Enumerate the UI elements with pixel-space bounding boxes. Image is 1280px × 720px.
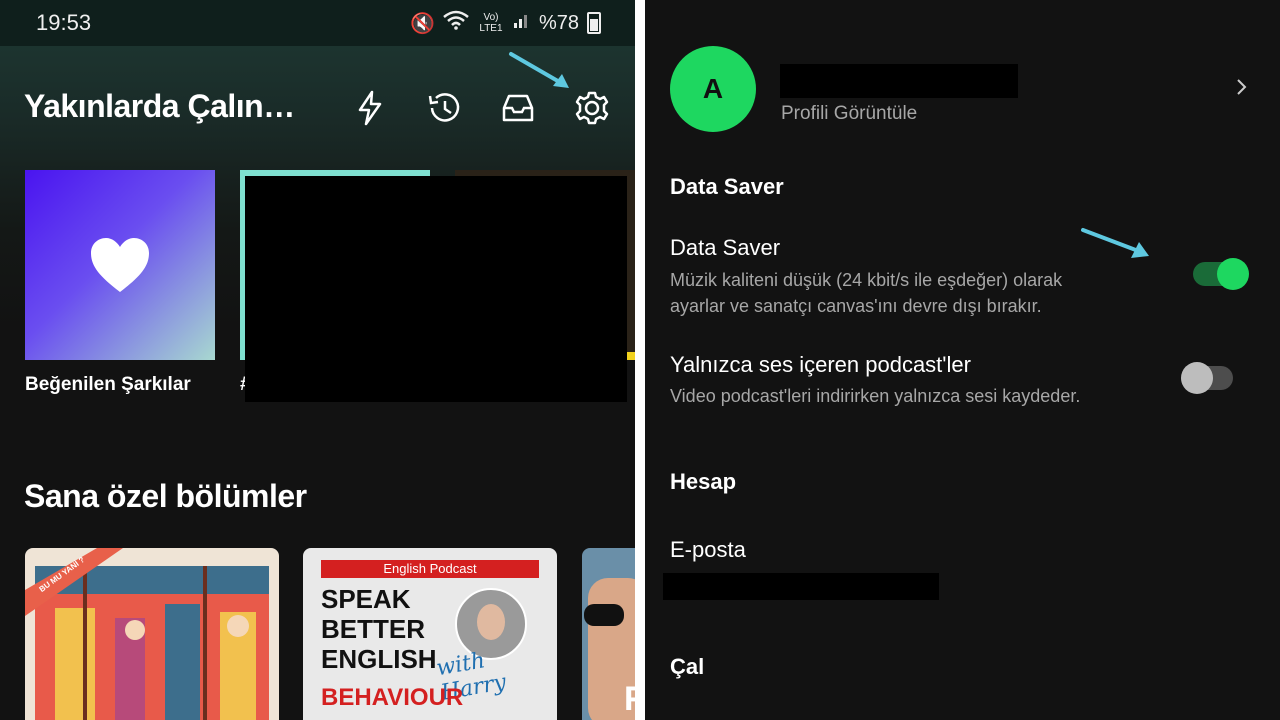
data-saver-title: Data Saver [670, 235, 781, 260]
home-screen: 19:53 🔇 Vo) LTE1 %78 Yakınlarda Çalın… B… [0, 0, 635, 720]
toggle-knob-off [1181, 362, 1213, 394]
email-label: E-posta [670, 537, 746, 562]
heart-icon [91, 238, 149, 292]
status-bar: 19:53 🔇 Vo) LTE1 %78 [0, 0, 635, 46]
episode-2-line-3: ENGLISH [321, 644, 437, 674]
liked-songs-caption: Beğenilen Şarkılar [25, 374, 191, 395]
network-type: Vo) LTE1 [479, 12, 503, 34]
audio-only-podcasts-description: Video podcast'leri indirirken yalnızca s… [670, 386, 1081, 406]
episode-3-letter: F [624, 680, 635, 718]
annotation-arrow [509, 52, 569, 88]
redacted-area [245, 176, 627, 402]
data-saver-description: Müzik kaliteni düşük (24 kbit/s ile eşde… [670, 267, 1062, 319]
avatar[interactable]: A [670, 46, 756, 132]
data-saver-toggle[interactable] [1193, 258, 1249, 290]
gear-icon[interactable] [572, 88, 612, 128]
data-saver-section-title: Data Saver [670, 174, 784, 199]
mute-icon: 🔇 [410, 12, 435, 35]
episode-card-1[interactable]: BU MU YANİ ? [25, 548, 279, 720]
status-icons: 🔇 Vo) LTE1 %78 [410, 9, 601, 37]
view-profile-link[interactable]: Profili Görüntüle [781, 103, 917, 125]
episode-2-title: SPEAK BETTER ENGLISH [321, 584, 437, 674]
episode-2-line-1: SPEAK [321, 584, 411, 614]
episode-card-2[interactable]: English Podcast SPEAK BETTER ENGLISH wit… [303, 548, 557, 720]
bolt-icon[interactable] [350, 88, 390, 128]
audio-only-podcasts-toggle[interactable] [1181, 362, 1233, 394]
annotation-arrow [1081, 228, 1149, 258]
episodes-section-title: Sana özel bölümler [24, 478, 307, 514]
episode-2-banner: English Podcast [321, 560, 539, 578]
data-saver-desc-line-1: Müzik kaliteni düşük (24 kbit/s ile eşde… [670, 270, 1063, 290]
redacted-email [663, 573, 939, 600]
signal-icon [513, 11, 531, 35]
sunglasses [584, 604, 624, 626]
history-icon[interactable] [424, 88, 464, 128]
account-section-title: Hesap [670, 469, 737, 494]
settings-screen: A Profili Görüntüle Data Saver Data Save… [645, 0, 1280, 720]
audio-only-podcasts-title: Yalnızca ses içeren podcast'ler [670, 352, 971, 377]
status-time: 19:53 [36, 10, 92, 35]
redacted-username [780, 64, 1018, 98]
data-saver-desc-line-2: ayarlar ve sanatçı canvas'ını devre dışı… [670, 296, 1042, 316]
wifi-icon [443, 10, 469, 36]
chevron-right-icon[interactable] [1235, 76, 1249, 104]
play-section-title: Çal [670, 654, 705, 679]
liked-songs-card[interactable] [25, 170, 215, 360]
battery-percent: %78 [538, 11, 579, 34]
episode-2-bottom-text: BEHAVIOUR [321, 684, 464, 711]
toggle-knob-on [1217, 258, 1249, 290]
recently-played-title: Yakınlarda Çalın… [24, 88, 295, 124]
battery-icon [587, 12, 601, 34]
episode-card-3[interactable]: F [582, 548, 635, 720]
episode-2-line-2: BETTER [321, 614, 425, 644]
